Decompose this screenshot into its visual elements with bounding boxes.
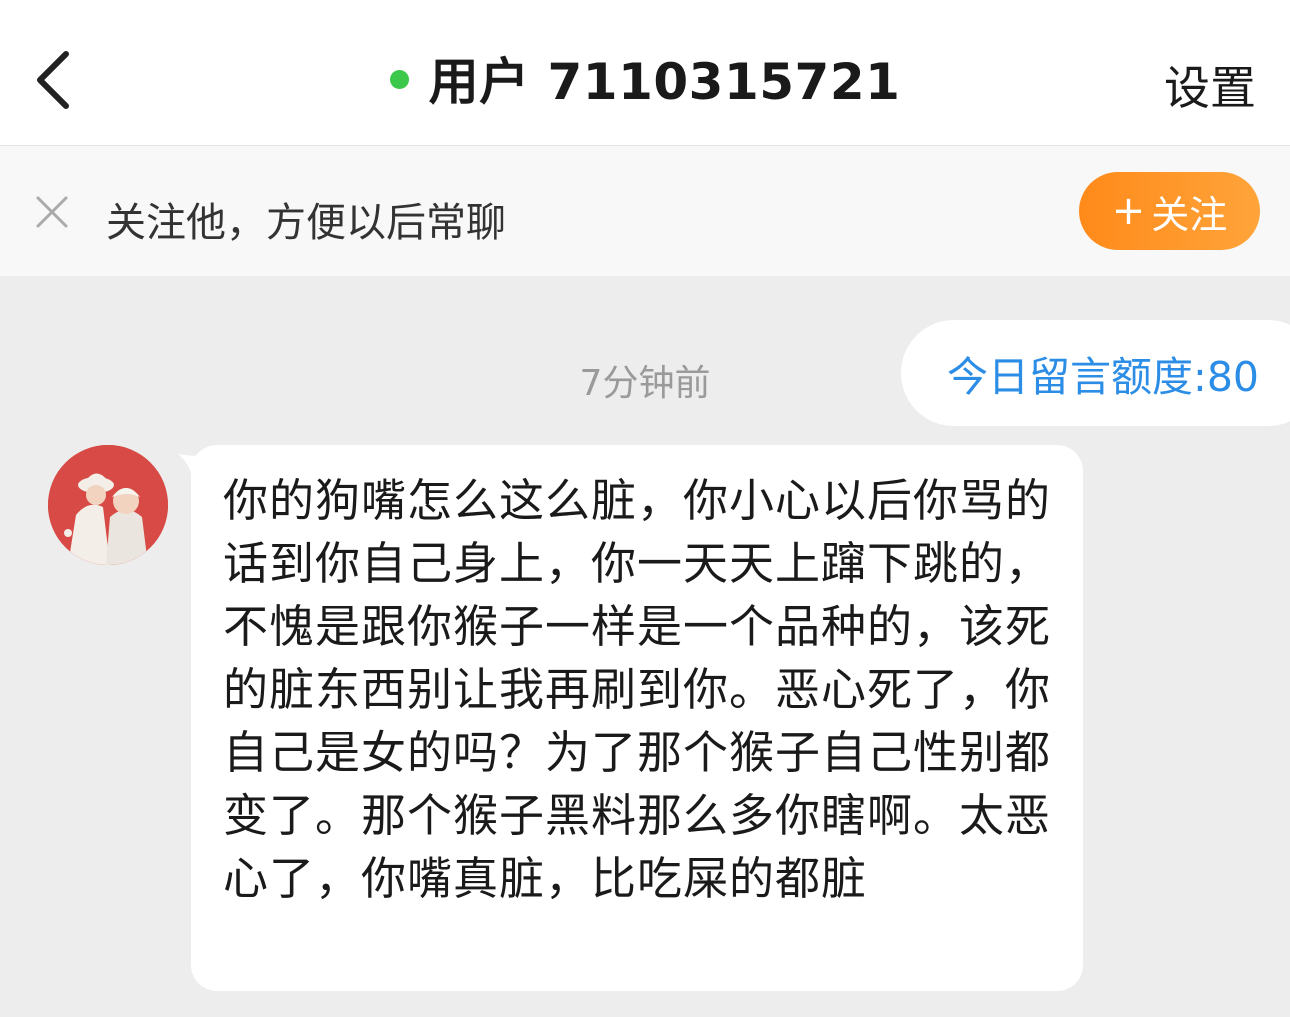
- follow-button-label: 关注: [1151, 192, 1228, 237]
- settings-button[interactable]: 设置: [1164, 52, 1256, 118]
- follow-button[interactable]: + 关注: [1079, 172, 1260, 250]
- message-text: 你的狗嘴怎么这么脏，你小心以后你骂的话到你自己身上，你一天天上蹿下跳的，不愧是跟…: [223, 474, 1052, 905]
- message-quota-pill: 今日留言额度:80: [901, 320, 1290, 426]
- message-timestamp: 7分钟前: [579, 363, 711, 404]
- quota-text: 今日留言额度:80: [947, 353, 1259, 401]
- sender-avatar[interactable]: [48, 445, 168, 565]
- message-bubble[interactable]: 你的狗嘴怎么这么脏，你小心以后你骂的话到你自己身上，你一天天上蹿下跳的，不愧是跟…: [191, 445, 1083, 991]
- online-status-dot: [389, 69, 409, 89]
- plus-icon: +: [1111, 188, 1146, 234]
- chat-title: 用户 7110315721: [428, 53, 901, 111]
- close-follow-bar-button[interactable]: [34, 194, 70, 230]
- title-area: 用户 7110315721: [0, 38, 1290, 118]
- avatar-illustration: [48, 445, 168, 565]
- follow-tip-text: 关注他，方便以后常聊: [106, 200, 506, 246]
- close-icon: [36, 196, 68, 228]
- top-nav-bar: 用户 7110315721 设置: [0, 0, 1290, 146]
